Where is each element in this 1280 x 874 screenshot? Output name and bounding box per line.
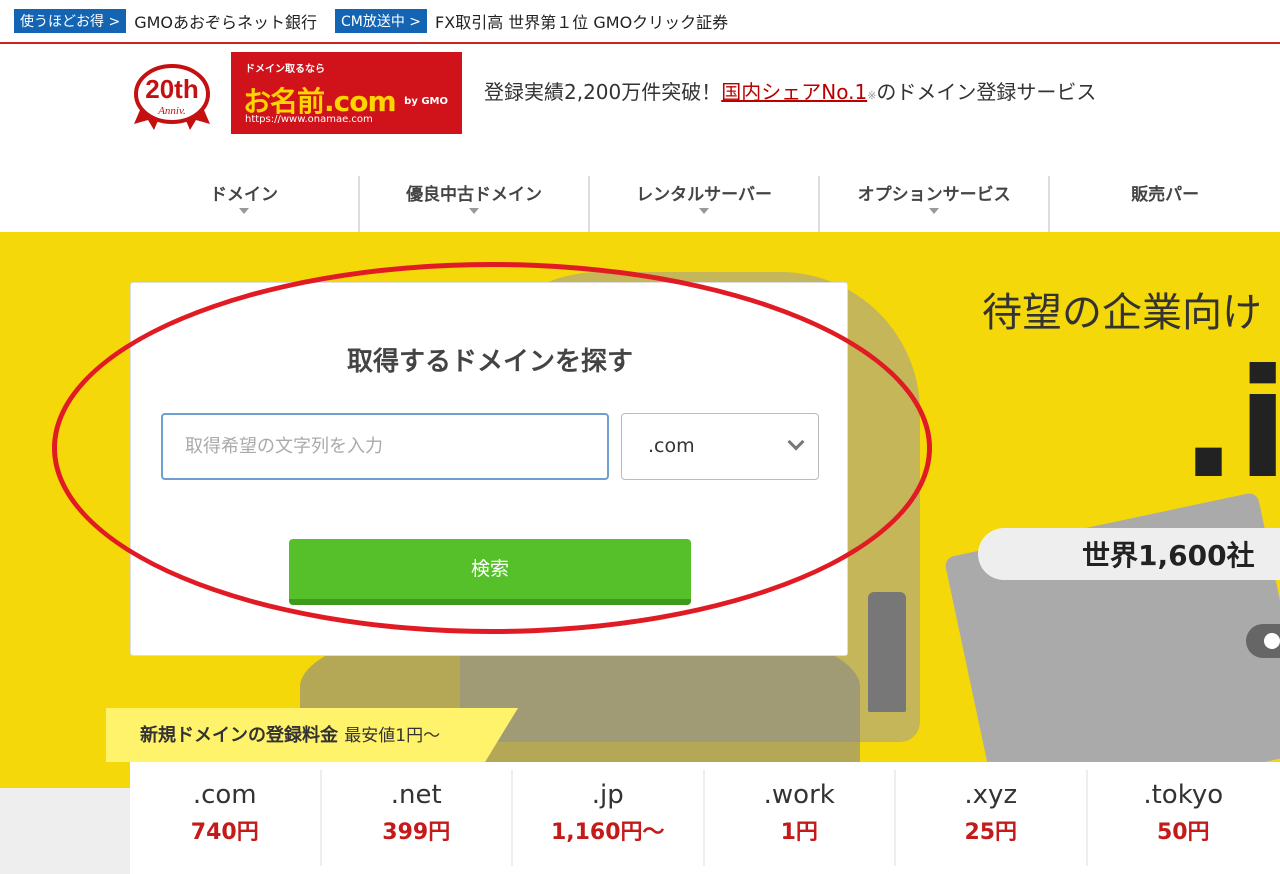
nav-item-rental-server[interactable]: レンタルサーバー: [590, 176, 821, 232]
hero-pill: 世界1,600社: [978, 528, 1280, 580]
price-item-xyz[interactable]: .xyz 25円: [896, 770, 1088, 866]
search-title: 取得するドメインを探す: [346, 347, 633, 377]
price-tld: .net: [390, 780, 442, 810]
promo-bar: 使うほどお得 > GMOあおぞらネット銀行 CM放送中 > FX取引高 世界第１…: [0, 0, 1280, 44]
price-tld: .jp: [591, 780, 624, 810]
price-value: 1,160円〜: [550, 820, 665, 845]
tld-select-value: .com: [648, 435, 695, 457]
anniversary-20th-logo: 20th Anniv.: [134, 64, 210, 130]
price-list: .com 740円 .net 399円 .jp 1,160円〜 .work 1円…: [130, 762, 1280, 874]
domain-search-input[interactable]: [161, 413, 609, 480]
promo-tag-bank[interactable]: 使うほどお得 >: [14, 9, 127, 33]
caret-down-icon: [239, 208, 250, 214]
hero-tld: .in: [1180, 338, 1280, 512]
price-item-work[interactable]: .work 1円: [705, 770, 896, 866]
nav-item-reseller[interactable]: 販売パー: [1050, 176, 1280, 232]
domain-search-card: 取得するドメインを探す .com 検索: [130, 282, 848, 656]
nav-item-used-domain[interactable]: 優良中古ドメイン: [360, 176, 591, 232]
hero-illustration-bottle: [868, 592, 906, 712]
price-tld: .work: [763, 780, 835, 810]
hero-headline: 待望の企業向け: [982, 290, 1262, 336]
global-nav: ドメイン 優良中古ドメイン レンタルサーバー オプションサービス 販売パー: [130, 176, 1280, 232]
price-item-jp[interactable]: .jp 1,160円〜: [513, 770, 705, 866]
nav-item-domain[interactable]: ドメイン: [130, 176, 361, 232]
site-header: 20th Anniv. ドメイン取るなら お名前.com https://www…: [0, 46, 1280, 232]
price-tld: .xyz: [964, 780, 1018, 810]
price-value: 740円: [190, 820, 259, 845]
nav-item-options[interactable]: オプションサービス: [820, 176, 1051, 232]
price-tld: .tokyo: [1143, 780, 1224, 810]
price-value: 1円: [780, 820, 818, 845]
price-item-net[interactable]: .net 399円: [322, 770, 513, 866]
promo-tag-cm[interactable]: CM放送中 >: [335, 9, 428, 33]
svg-text:Anniv.: Anniv.: [157, 105, 186, 117]
price-ribbon: 新規ドメインの登録料金 最安値1円〜: [106, 708, 518, 762]
price-item-com[interactable]: .com 740円: [130, 770, 322, 866]
promo-link-securities[interactable]: FX取引高 世界第１位 GMOクリック証券: [435, 9, 728, 33]
header-tagline: 登録実績2,200万件突破！国内シェアNo.1※のドメイン登録サービス: [484, 80, 1097, 104]
onamae-logo[interactable]: ドメイン取るなら お名前.com https://www.onamae.com …: [231, 52, 462, 134]
price-item-tokyo[interactable]: .tokyo 50円: [1088, 770, 1280, 866]
share-link[interactable]: 国内シェアNo.1: [721, 80, 867, 104]
chevron-down-icon: [787, 433, 805, 451]
toggle-knob-icon: [1264, 633, 1280, 649]
carousel-toggle[interactable]: [1246, 624, 1280, 658]
caret-down-icon: [699, 208, 710, 214]
caret-down-icon: [469, 208, 480, 214]
caret-down-icon: [929, 208, 940, 214]
search-button[interactable]: 検索: [289, 539, 691, 605]
tld-select[interactable]: .com: [621, 413, 819, 480]
price-tld: .com: [192, 780, 257, 810]
price-value: 25円: [964, 820, 1018, 845]
promo-link-bank[interactable]: GMOあおぞらネット銀行: [134, 9, 317, 33]
anniv-text: 20th: [145, 74, 198, 104]
price-value: 50円: [1156, 820, 1210, 845]
price-value: 399円: [382, 820, 451, 845]
page-background: [0, 788, 130, 874]
